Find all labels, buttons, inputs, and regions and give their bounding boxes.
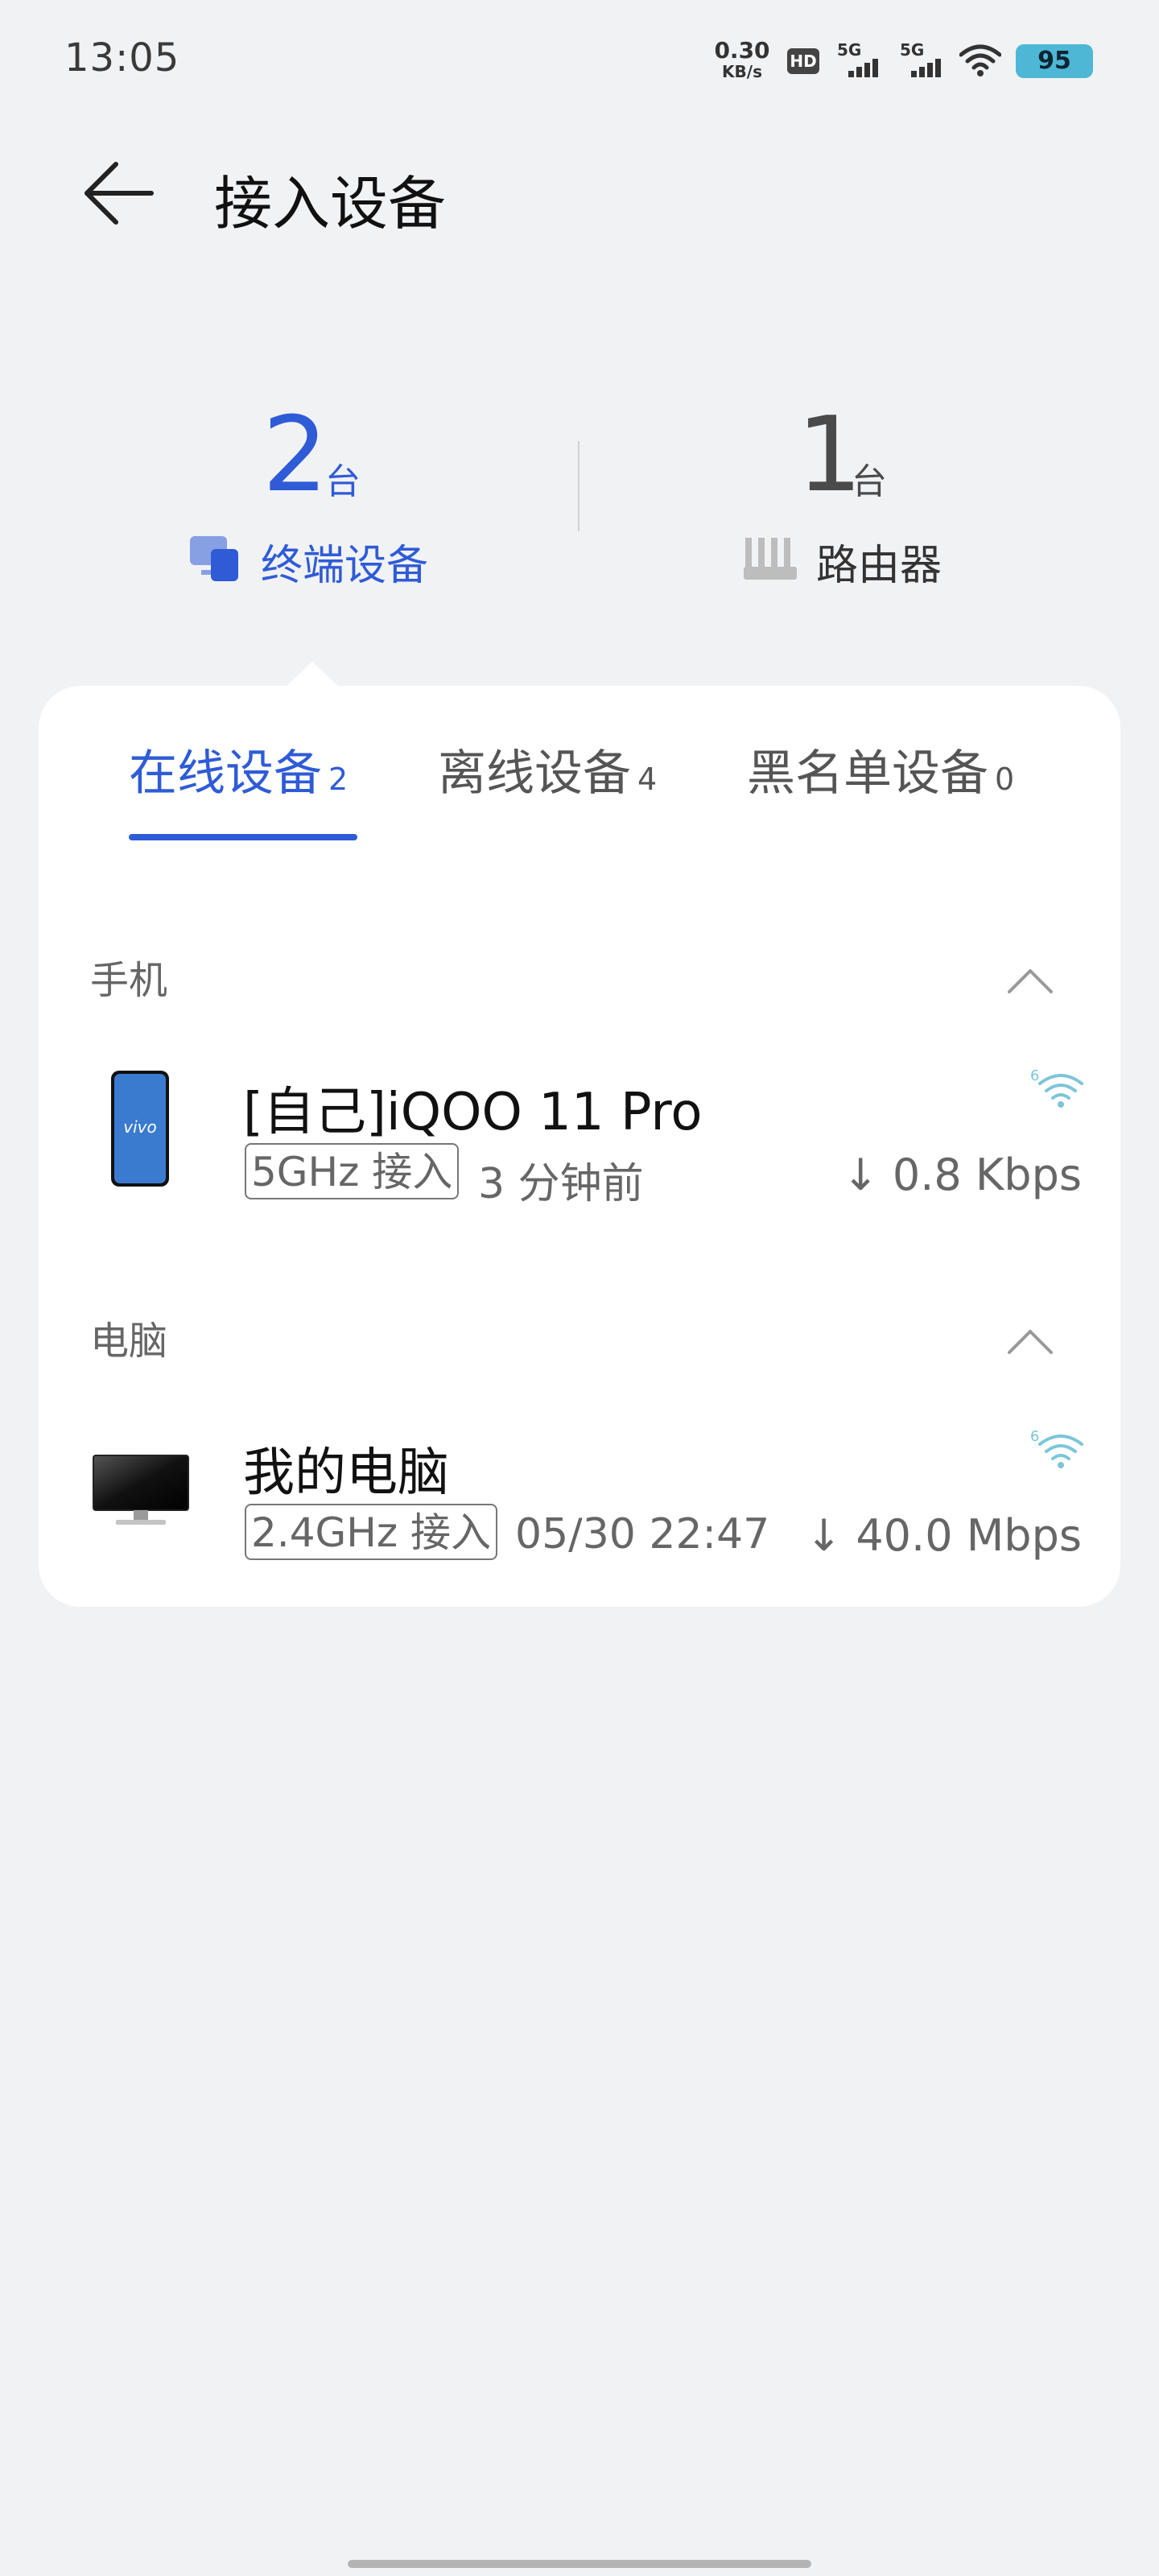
wifi-status-icon [959, 43, 1002, 80]
tab-offline-count: 4 [637, 762, 658, 797]
last-seen-time: 05/30 22:47 [515, 1510, 770, 1558]
tab-blacklist-devices[interactable]: 黑名单设备 0 [747, 734, 1014, 804]
hd-voice-icon: HD [787, 48, 819, 74]
monitor-icon [92, 1454, 190, 1528]
router-unit: 台 [852, 461, 887, 502]
download-rate: ↓ 0.8 Kbps [842, 1150, 1082, 1200]
terminal-devices-icon [190, 535, 240, 583]
stats-divider [578, 441, 580, 531]
arrow-left-icon [85, 162, 154, 225]
back-button[interactable] [84, 161, 156, 225]
phone-brand-logo: vivo [123, 1117, 157, 1137]
group-label-phone: 手机 [90, 958, 168, 1003]
router-icon [744, 536, 797, 581]
tab-blacklist-label: 黑名单设备 [747, 745, 988, 802]
status-time: 13:05 [64, 35, 180, 80]
tab-online-devices[interactable]: 在线设备 2 [129, 734, 348, 804]
tab-online-label: 在线设备 [129, 745, 322, 802]
card-pointer [285, 662, 340, 687]
terminal-devices-label[interactable]: 终端设备 [261, 531, 428, 592]
wifi-6-signal-icon: 6 [1030, 1426, 1083, 1470]
page-title: 接入设备 [214, 170, 447, 237]
device-list-card [39, 686, 1120, 1607]
collapse-computer-button[interactable] [1006, 1327, 1054, 1356]
router-label[interactable]: 路由器 [816, 531, 942, 592]
wifi-6-signal-icon: 6 [1030, 1066, 1083, 1109]
connection-band-badge: 2.4GHz 接入 [245, 1504, 497, 1560]
home-indicator[interactable] [348, 2560, 811, 2568]
tab-online-count: 2 [328, 762, 349, 797]
tab-offline-devices[interactable]: 离线设备 4 [438, 734, 657, 804]
battery-indicator: 95 [1016, 44, 1093, 78]
signal-sim1-icon: 5G [837, 40, 889, 79]
svg-text:6: 6 [1030, 1067, 1039, 1084]
network-speed-unit: KB/s [722, 62, 762, 81]
chevron-up-icon [1008, 969, 1053, 993]
group-label-computer: 电脑 [90, 1319, 168, 1364]
active-tab-indicator [129, 834, 357, 840]
signal-sim2-icon: 5G [900, 40, 951, 79]
tab-offline-label: 离线设备 [438, 745, 631, 802]
svg-text:6: 6 [1030, 1428, 1039, 1445]
connection-band-badge: 5GHz 接入 [245, 1143, 460, 1199]
terminal-count[interactable]: 2 [262, 404, 328, 507]
terminal-unit: 台 [325, 461, 361, 502]
network-speed-value: 0.30 [714, 37, 770, 64]
device-name[interactable]: [自己]iQOO 11 Pro [243, 1071, 703, 1145]
collapse-phone-button[interactable] [1006, 966, 1054, 995]
chevron-up-icon [1008, 1330, 1053, 1354]
device-name[interactable]: 我的电脑 [243, 1431, 449, 1505]
download-rate: ↓ 40.0 Mbps [805, 1510, 1082, 1561]
network-speed: 0.30 KB/s [713, 37, 771, 82]
last-seen-time: 3 分钟前 [478, 1160, 644, 1208]
tab-blacklist-count: 0 [995, 762, 1015, 797]
